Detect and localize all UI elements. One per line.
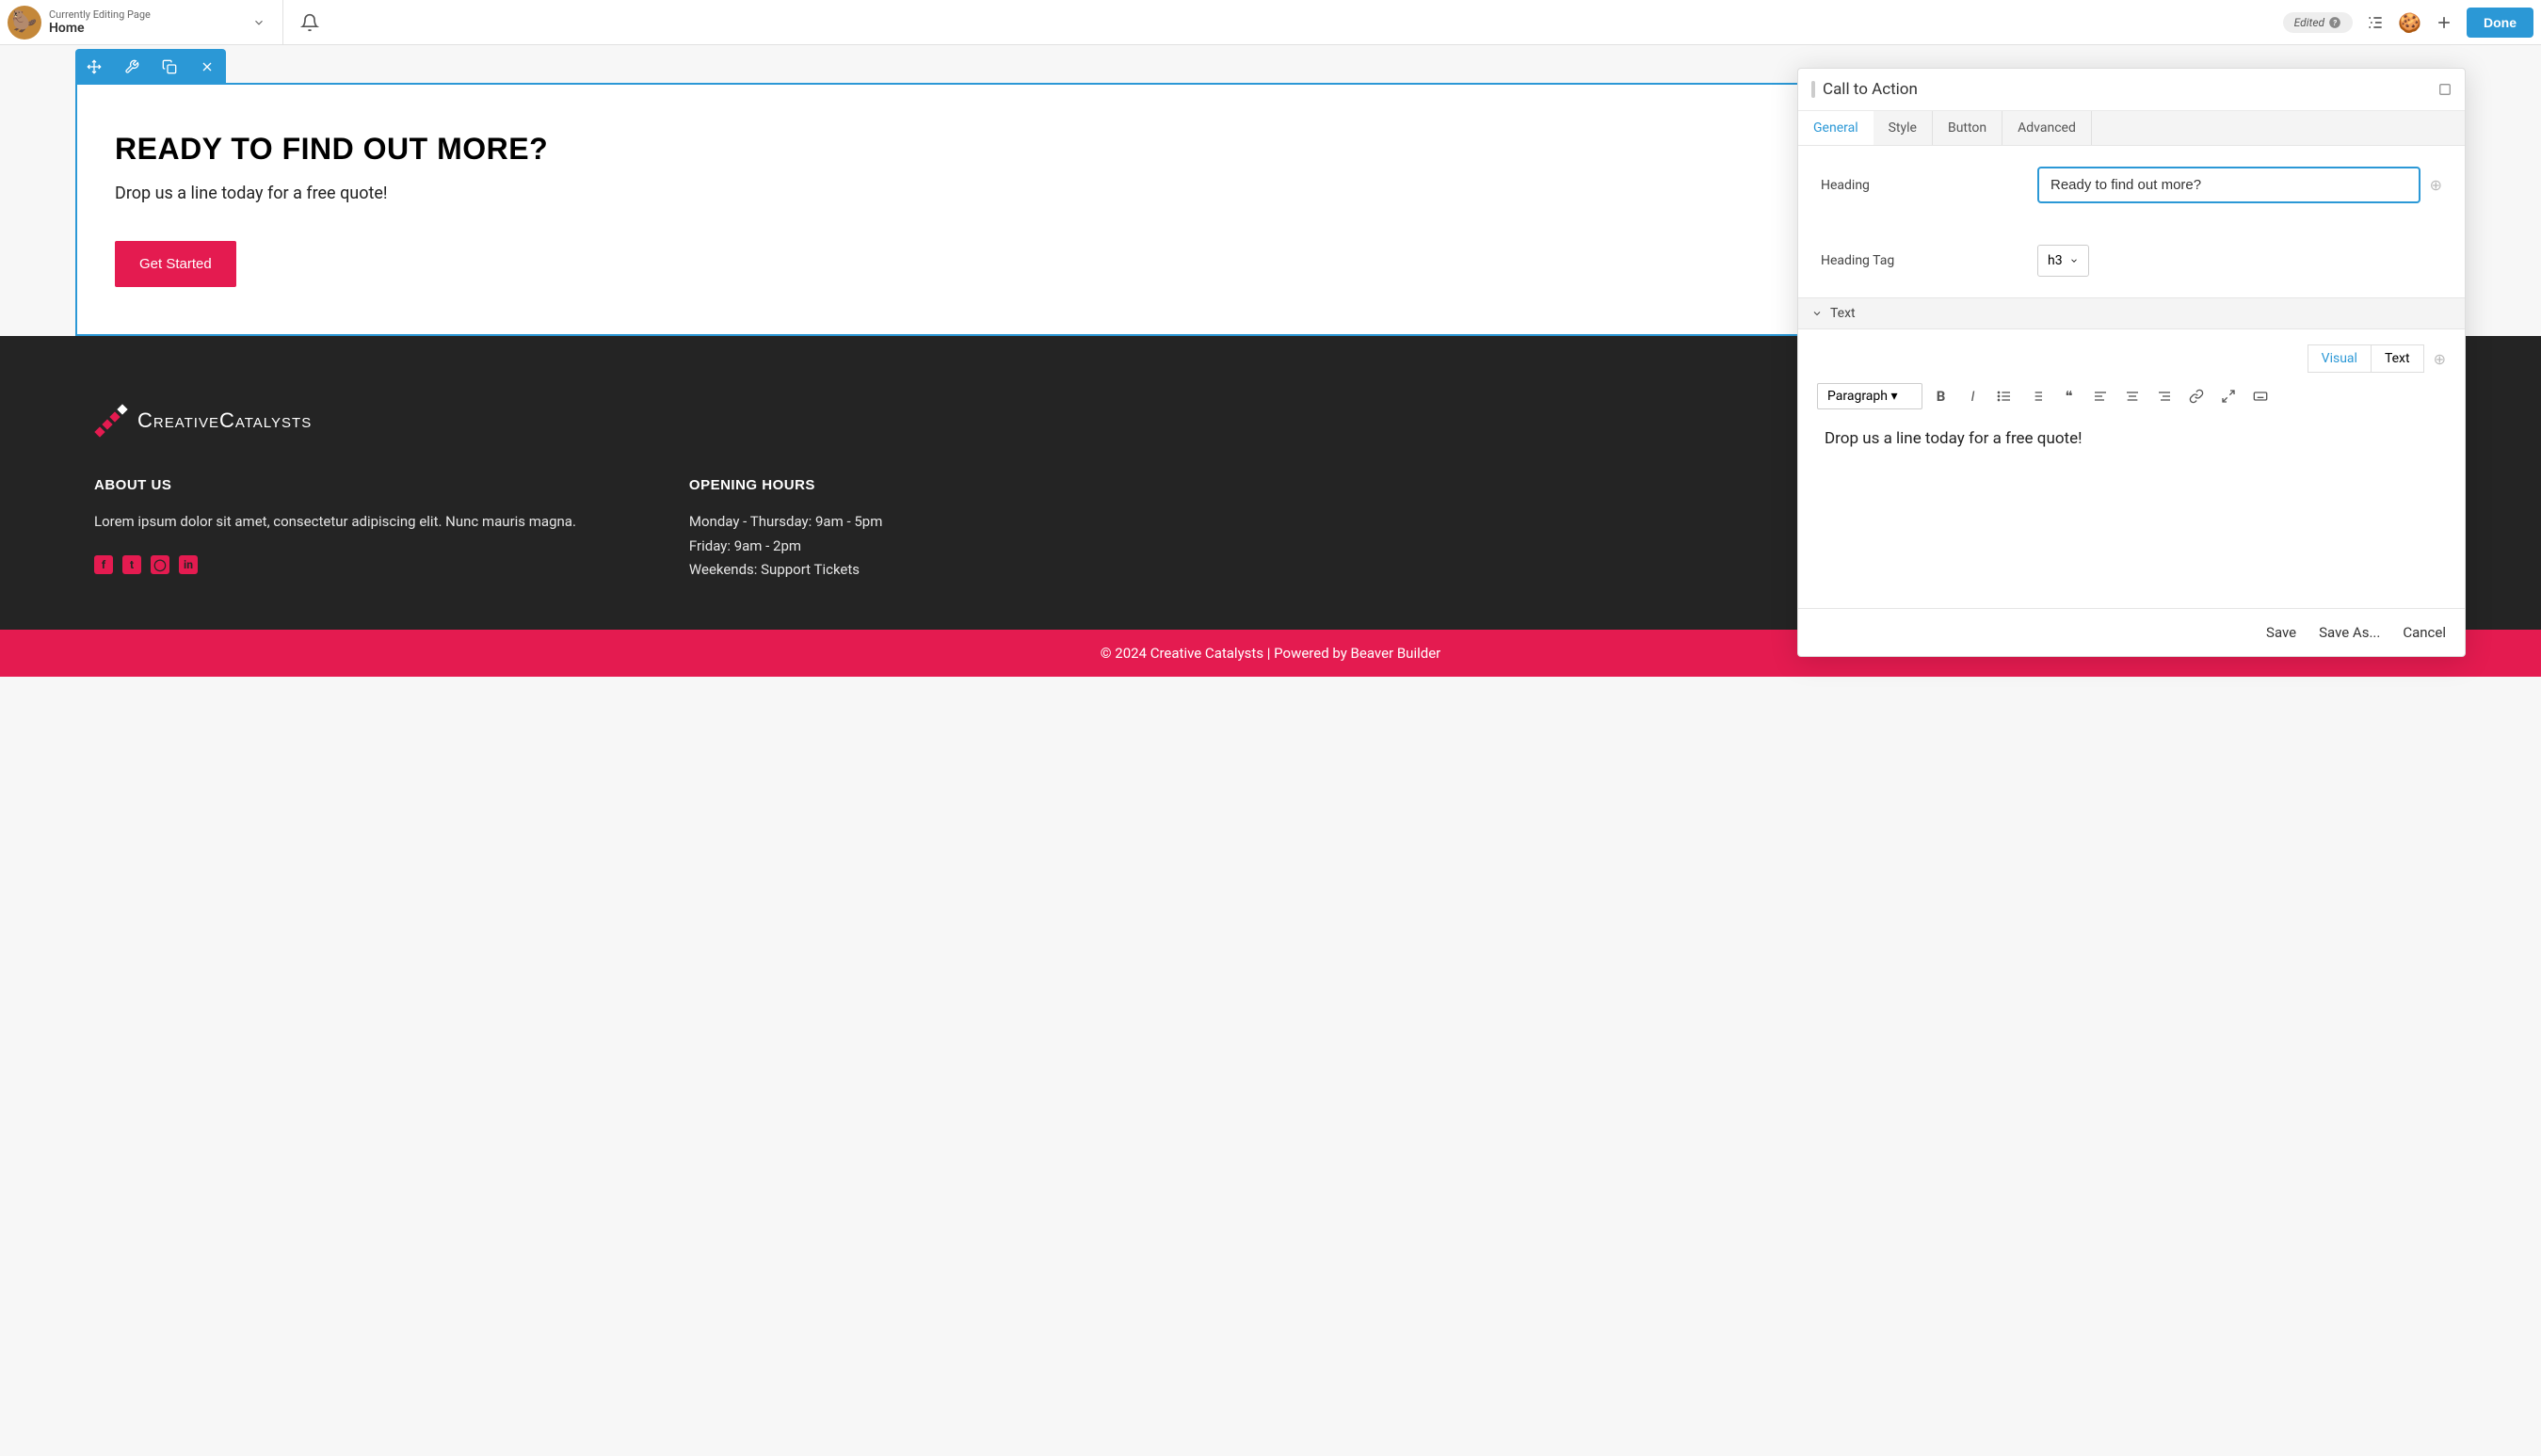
keyboard-icon[interactable] <box>2246 382 2275 410</box>
done-button[interactable]: Done <box>2467 8 2533 38</box>
move-icon[interactable] <box>75 49 113 85</box>
save-button[interactable]: Save <box>2266 624 2296 641</box>
edited-label: Edited <box>2294 16 2324 29</box>
tab-advanced[interactable]: Advanced <box>2002 111 2092 145</box>
twitter-icon[interactable]: t <box>122 555 141 574</box>
align-center-icon[interactable] <box>2118 382 2147 410</box>
paragraph-select[interactable]: Paragraph ▾ <box>1817 383 1922 409</box>
editor-tab-text[interactable]: Text <box>2372 344 2424 373</box>
about-column: About Us Lorem ipsum dolor sit amet, con… <box>94 477 576 583</box>
heading-input[interactable] <box>2037 167 2420 203</box>
plus-icon[interactable] <box>2435 13 2453 32</box>
outline-icon[interactable] <box>2366 13 2385 32</box>
heading-tag-label: Heading Tag <box>1821 253 2037 268</box>
bold-icon[interactable]: B <box>1926 382 1954 410</box>
tab-general[interactable]: General <box>1798 111 1874 145</box>
edited-badge[interactable]: Edited ? <box>2283 12 2353 33</box>
about-heading: About Us <box>94 477 576 493</box>
wrench-icon[interactable] <box>113 49 151 85</box>
panel-footer: Save Save As... Cancel <box>1798 608 2465 656</box>
bell-icon[interactable] <box>300 13 319 32</box>
brand-name: CreativeCatalysts <box>137 408 312 433</box>
plus-icon[interactable]: ⊕ <box>2434 350 2446 368</box>
numbered-list-icon[interactable] <box>2022 382 2050 410</box>
social-icons: f t ◯ in <box>94 555 576 574</box>
about-text: Lorem ipsum dolor sit amet, consectetur … <box>94 510 576 535</box>
hours-heading: Opening Hours <box>689 477 882 493</box>
text-section-label: Text <box>1830 306 1856 321</box>
hours-line3: Weekends: Support Tickets <box>689 558 882 583</box>
hours-column: Opening Hours Monday - Thursday: 9am - 5… <box>689 477 882 583</box>
hours-line1: Monday - Thursday: 9am - 5pm <box>689 510 882 535</box>
panel-tabs: General Style Button Advanced <box>1798 111 2465 146</box>
editor-tab-visual[interactable]: Visual <box>2308 344 2372 373</box>
settings-panel: Call to Action General Style Button Adva… <box>1797 68 2466 657</box>
top-bar-right: Edited ? 🍪 Done <box>2283 8 2533 38</box>
plus-icon[interactable]: ⊕ <box>2430 176 2442 194</box>
text-editor[interactable]: Drop us a line today for a free quote! <box>1798 420 2465 608</box>
chevron-down-icon[interactable] <box>252 16 265 29</box>
hours-line2: Friday: 9am - 2pm <box>689 535 882 559</box>
facebook-icon[interactable]: f <box>94 555 113 574</box>
italic-icon[interactable]: I <box>1958 382 1986 410</box>
cookie-icon[interactable]: 🍪 <box>2398 11 2421 34</box>
fullscreen-icon[interactable] <box>2214 382 2243 410</box>
cancel-button[interactable]: Cancel <box>2403 624 2446 641</box>
editor-tabs: Visual Text ⊕ <box>1798 329 2465 376</box>
linkedin-icon[interactable]: in <box>179 555 198 574</box>
link-icon[interactable] <box>2182 382 2211 410</box>
align-left-icon[interactable] <box>2086 382 2115 410</box>
instagram-icon[interactable]: ◯ <box>151 555 169 574</box>
quote-icon[interactable]: ❝ <box>2054 382 2083 410</box>
save-as-button[interactable]: Save As... <box>2319 624 2380 641</box>
align-right-icon[interactable] <box>2150 382 2179 410</box>
editor-toolbar: Paragraph ▾ B I ❝ <box>1798 376 2465 420</box>
bullet-list-icon[interactable] <box>1990 382 2018 410</box>
close-icon[interactable] <box>188 49 226 85</box>
editing-label: Currently Editing Page <box>49 8 151 21</box>
tab-button[interactable]: Button <box>1933 111 2002 145</box>
drag-handle-icon[interactable] <box>1811 81 1815 98</box>
module-toolbar <box>75 49 226 85</box>
panel-header[interactable]: Call to Action <box>1798 69 2465 111</box>
page-name: Home <box>49 21 151 37</box>
cta-button[interactable]: Get Started <box>115 241 236 287</box>
copy-icon[interactable] <box>151 49 188 85</box>
divider <box>282 0 283 45</box>
heading-tag-select[interactable]: h3 <box>2037 245 2089 277</box>
heading-tag-field-row: Heading Tag h3 <box>1798 224 2465 297</box>
text-section-header[interactable]: Text <box>1798 297 2465 329</box>
tab-style[interactable]: Style <box>1874 111 1933 145</box>
page-info[interactable]: Currently Editing Page Home <box>49 8 151 37</box>
top-bar-left: 🦫 Currently Editing Page Home <box>8 0 319 45</box>
heading-label: Heading <box>1821 178 2037 193</box>
expand-icon[interactable] <box>2438 83 2452 96</box>
top-bar: 🦫 Currently Editing Page Home Edited ? 🍪… <box>0 0 2541 45</box>
heading-field-row: Heading ⊕ <box>1798 146 2465 224</box>
beaver-logo-icon[interactable]: 🦫 <box>8 6 41 40</box>
panel-title: Call to Action <box>1823 80 1918 99</box>
logo-icon <box>94 402 128 440</box>
